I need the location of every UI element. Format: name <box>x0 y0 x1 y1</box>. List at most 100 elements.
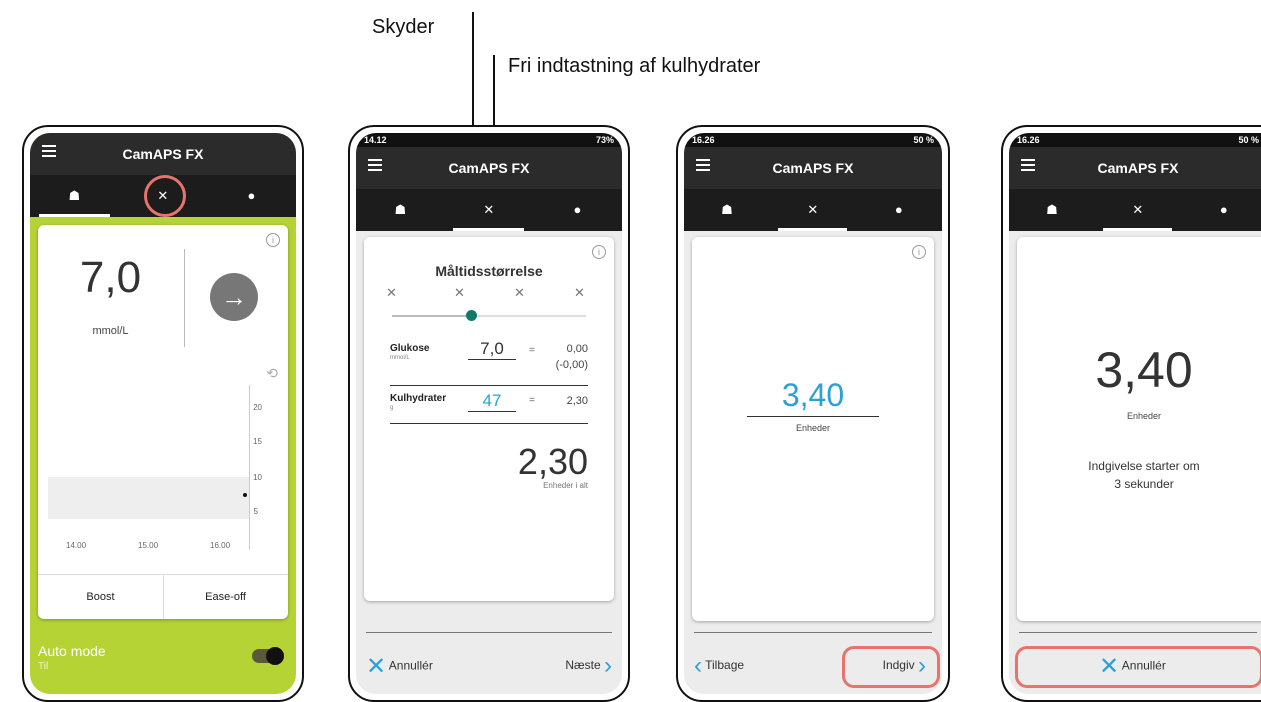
dose-unit: Enheder <box>1126 411 1162 421</box>
app-title: CamAPS FX <box>122 146 204 162</box>
tab-drop[interactable]: ● <box>856 189 942 231</box>
target-range-band <box>48 477 250 519</box>
callout-slider: Skyder <box>372 16 435 38</box>
total-units-label: Enheder i alt <box>543 481 588 490</box>
tab-drop[interactable]: ● <box>533 189 622 231</box>
tab-meal[interactable]: ✕ <box>445 189 534 231</box>
status-bar: 16.26 50 % <box>1009 133 1261 147</box>
countdown-line2: 3 sekunder <box>1114 477 1174 491</box>
meal-xlarge-icon[interactable]: ✕ <box>574 285 585 301</box>
chart-axis <box>249 385 250 550</box>
home-icon: ☗ <box>1046 202 1058 217</box>
glucose-unit: mmol/L <box>390 355 410 361</box>
auto-mode-state: Til <box>38 661 49 672</box>
carb-unit: g <box>390 405 394 411</box>
footer: ✕ Annullér Næste › <box>356 632 622 694</box>
cancel-label: Annullér <box>388 658 433 673</box>
tab-drop[interactable]: ● <box>207 175 296 217</box>
tab-meal[interactable]: ✕ <box>1095 189 1181 231</box>
meal-medium-icon[interactable]: ✕ <box>454 285 465 301</box>
status-battery: 50 % <box>913 135 934 145</box>
phone-meal-entry: 14.12 73% CamAPS FX ☗ ✕ ● i Måltidsstørr… <box>348 125 630 702</box>
info-icon[interactable]: i <box>592 245 606 259</box>
tab-home[interactable]: ☗ <box>1009 189 1095 231</box>
total-units-value: 2,30 <box>517 441 588 482</box>
tab-home[interactable]: ☗ <box>684 189 770 231</box>
slider-fill <box>392 315 470 317</box>
meal-large-icon[interactable]: ✕ <box>514 285 525 301</box>
glucose-result-sub: (-0,00) <box>555 359 588 371</box>
cancel-button[interactable]: ✕ Annullér <box>366 652 433 681</box>
meal-icon: ✕ <box>1132 202 1144 217</box>
status-time: 16.26 <box>1017 135 1040 145</box>
ease-off-button[interactable]: Ease-off <box>163 575 288 619</box>
meal-small-icon[interactable]: ✕ <box>386 285 397 301</box>
app-bar: CamAPS FX <box>30 133 296 175</box>
carb-input[interactable]: 47 <box>468 391 516 412</box>
auto-mode-label: Auto mode <box>38 643 106 659</box>
glucose-input[interactable]: 7,0 <box>468 339 516 360</box>
tab-bar: ☗ ✕ ● <box>356 189 622 231</box>
cancel-highlight <box>1015 646 1261 688</box>
tab-bar: ☗ ✕ ● <box>1009 189 1261 231</box>
next-label: Næste <box>565 658 601 673</box>
next-button[interactable]: Næste › <box>565 652 612 680</box>
chevron-right-icon: › <box>604 652 612 679</box>
callout-free-entry: Fri indtastning af kulhydrater <box>508 55 761 77</box>
close-icon: ✕ <box>366 653 387 680</box>
x-tick: 14.00 <box>66 541 87 550</box>
equals-sign: = <box>529 345 535 356</box>
y-tick: 10 <box>253 473 262 482</box>
action-row: Boost Ease-off <box>38 574 288 619</box>
carb-result: 2,30 <box>566 395 588 407</box>
slider-thumb[interactable] <box>466 310 477 321</box>
glucose-unit: mmol/L <box>92 325 129 337</box>
status-time: 16.26 <box>692 135 715 145</box>
carb-label: Kulhydrater <box>390 393 447 404</box>
tab-drop[interactable]: ● <box>1181 189 1261 231</box>
sync-icon[interactable]: ⟲ <box>266 365 278 382</box>
countdown-line1: Indgivelse starter om <box>1088 459 1200 473</box>
app-bar: CamAPS FX <box>684 147 942 189</box>
status-battery: 50 % <box>1238 135 1259 145</box>
back-label: Tilbage <box>705 658 745 673</box>
arrow-right-icon: → <box>221 282 247 312</box>
tab-home[interactable]: ☗ <box>30 175 119 217</box>
drop-icon: ● <box>894 202 903 217</box>
app-title: CamAPS FX <box>772 160 854 176</box>
meal-icon: ✕ <box>807 202 819 217</box>
glucose-label: Glukose <box>390 343 430 354</box>
info-icon[interactable]: i <box>912 245 926 259</box>
meal-size-icons: ✕ ✕ ✕ ✕ <box>378 285 600 305</box>
arrow-right-button[interactable]: → <box>210 273 258 321</box>
app-title: CamAPS FX <box>448 160 530 176</box>
phone-home: CamAPS FX ☗ ✕ ● i 7,0 mmol/L → ⟲ 20 15 1… <box>22 125 304 702</box>
meal-tab-highlight <box>144 175 186 217</box>
meal-icon: ✕ <box>483 202 495 217</box>
status-battery: 73% <box>595 135 614 145</box>
glucose-value: 7,0 <box>79 253 142 302</box>
bolus-card: i Måltidsstørrelse ✕ ✕ ✕ ✕ Glukose mmol/… <box>364 237 614 601</box>
info-icon[interactable]: i <box>266 233 280 247</box>
glucose-reading-point <box>243 493 247 497</box>
status-bar: 14.12 73% <box>356 133 622 147</box>
row-divider <box>390 385 588 386</box>
dose-value[interactable]: 3,40 <box>747 377 879 417</box>
tab-meal[interactable]: ✕ <box>770 189 856 231</box>
back-button[interactable]: ‹ Tilbage <box>694 652 744 680</box>
app-title: CamAPS FX <box>1097 160 1179 176</box>
dose-card: i 3,40 Enheder <box>692 237 934 621</box>
app-bar: CamAPS FX <box>356 147 622 189</box>
x-tick: 16.00 <box>210 541 231 550</box>
delivery-card: 3,40 Enheder Indgivelse starter om 3 sek… <box>1017 237 1261 621</box>
y-tick: 5 <box>253 507 258 516</box>
dose-unit: Enheder <box>795 423 831 433</box>
phone-confirm-dose: 16.26 50 % CamAPS FX ☗ ✕ ● i 3,40 Enhede… <box>676 125 950 702</box>
y-tick: 15 <box>253 437 262 446</box>
home-icon: ☗ <box>721 202 733 217</box>
tab-home[interactable]: ☗ <box>356 189 445 231</box>
deliver-highlight <box>842 646 940 688</box>
auto-mode-toggle[interactable] <box>252 647 284 665</box>
home-icon: ☗ <box>68 188 81 203</box>
boost-button[interactable]: Boost <box>38 575 164 619</box>
